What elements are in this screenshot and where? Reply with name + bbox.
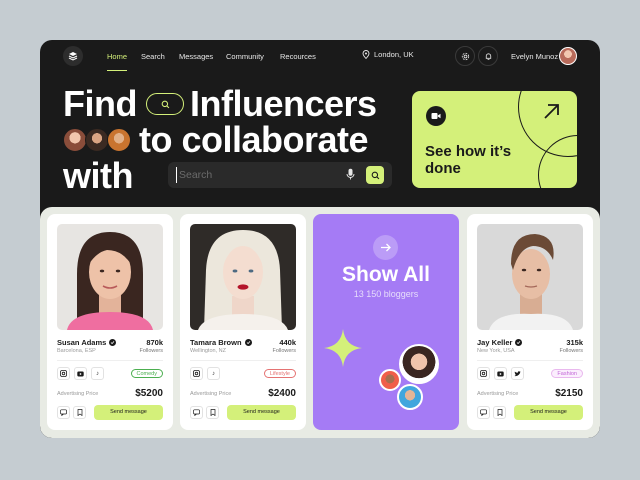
card-actions [57,406,86,419]
app-frame: Home Search Messages Community Recources… [40,40,600,438]
send-message-button[interactable]: Send message [227,405,296,420]
send-message-button[interactable]: Send message [94,405,163,420]
divider [477,360,583,361]
video-camera-icon [426,106,446,126]
location-label: London, UK [374,50,414,59]
divider [57,360,163,361]
nav-resources[interactable]: Recources [280,52,316,61]
price-value: $2400 [268,388,296,399]
arrow-right-icon [373,235,398,260]
category-tag: Comedy [130,369,163,378]
chat-icon[interactable] [57,406,70,419]
bloggers-count: 13 150 bloggers [353,289,419,299]
avatar [63,128,87,152]
verified-icon [244,339,252,346]
chat-icon[interactable] [477,406,490,419]
price-label: Advertising Price [190,391,232,397]
followers-label: Followers [559,348,583,354]
see-how-label: See how it’s done [425,143,512,177]
category-tag: Fashion [551,369,583,378]
influencer-location: New York, USA [477,348,515,354]
hero-search-pill [146,93,184,115]
card-actions [477,406,506,419]
twitter-icon[interactable] [511,367,524,380]
avatar [397,384,423,410]
tiktok-icon[interactable]: ♪ [207,367,220,380]
divider [190,360,296,361]
avatar [399,344,439,384]
influencer-card[interactable]: Susan Adams Barcelona, ESP 870k Follower… [47,214,173,430]
influencer-card[interactable]: Tamara Brown Wellington, NZ 440k Followe… [180,214,306,430]
show-all-title: Show All [342,263,430,286]
instagram-icon[interactable] [477,367,490,380]
nav-home[interactable]: Home [107,52,127,61]
followers-count: 870k [146,338,163,347]
nav-community[interactable]: Community [226,52,264,61]
user-name[interactable]: Evelyn Munoz [511,52,558,61]
social-links: ♪ [190,367,220,380]
hero-word-find: Find [63,83,137,124]
layers-icon[interactable] [63,46,83,66]
followers-label: Followers [272,348,296,354]
price-label: Advertising Price [57,391,99,397]
social-links [477,367,524,380]
influencer-photo [57,224,163,330]
instagram-icon[interactable] [190,367,203,380]
nav-active-underline [107,70,127,71]
bookmark-icon[interactable] [206,406,219,419]
search-button[interactable] [366,166,384,184]
social-links: ♪ [57,367,104,380]
youtube-icon[interactable] [494,367,507,380]
search-icon [161,100,169,108]
instagram-icon[interactable] [57,367,70,380]
settings-icon[interactable] [455,46,475,66]
pin-icon [362,50,370,59]
influencer-photo [477,224,583,330]
avatar [107,128,131,152]
search-input[interactable] [176,167,336,183]
sparkle-icon [324,329,362,367]
hero-word-influencers: Influencers [190,83,377,124]
category-tag: Lifestyle [263,369,296,378]
followers-count: 315k [566,338,583,347]
followers-count: 440k [279,338,296,347]
search-bar [168,162,392,188]
influencer-location: Barcelona, ESP [57,348,96,354]
bookmark-icon[interactable] [73,406,86,419]
youtube-icon[interactable] [74,367,87,380]
followers-label: Followers [139,348,163,354]
see-how-card[interactable]: See how it’s done [412,91,577,188]
send-message-button[interactable]: Send message [514,405,583,420]
card-actions [190,406,219,419]
bookmark-icon[interactable] [493,406,506,419]
hero-word-with: with [63,155,133,196]
influencer-name: Susan Adams [57,338,117,347]
price-value: $2150 [555,388,583,399]
arrow-up-right-icon [544,104,559,119]
microphone-icon[interactable] [346,168,355,186]
avatar [379,369,401,391]
hero-line-collaborate: to collaborate [139,119,369,160]
bell-icon[interactable] [478,46,498,66]
influencer-card[interactable]: Jay Keller New York, USA 315k Followers … [467,214,593,430]
verified-icon [515,339,523,346]
location-selector[interactable]: London, UK [362,50,414,59]
top-nav: Home Search Messages Community Recources… [40,40,600,72]
influencer-name: Jay Keller [477,338,523,347]
search-icon [371,171,379,179]
price-value: $5200 [135,388,163,399]
chat-icon[interactable] [190,406,203,419]
influencer-photo [190,224,296,330]
verified-icon [109,339,117,346]
price-label: Advertising Price [477,391,519,397]
influencer-location: Wellington, NZ [190,348,226,354]
show-all-card[interactable]: Show All 13 150 bloggers [313,214,459,430]
user-avatar[interactable] [559,47,577,65]
nav-messages[interactable]: Messages [179,52,213,61]
tiktok-icon[interactable]: ♪ [91,367,104,380]
avatar [85,128,109,152]
influencer-name: Tamara Brown [190,338,252,347]
nav-search[interactable]: Search [141,52,165,61]
